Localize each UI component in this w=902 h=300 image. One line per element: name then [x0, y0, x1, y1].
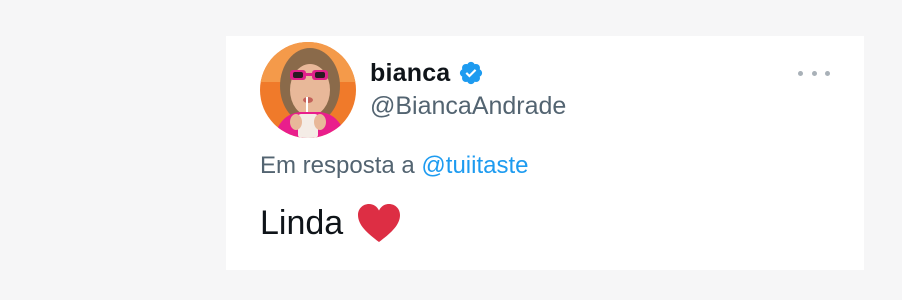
more-dot: [798, 70, 803, 76]
avatar-photo: [260, 42, 356, 138]
more-dot: [811, 70, 817, 76]
avatar[interactable]: [260, 42, 356, 138]
reply-to-link[interactable]: @tuiitaste: [421, 152, 528, 179]
tweet-card: bianca @BiancaAndrade Em resposta a @tui…: [226, 36, 864, 270]
reply-context: Em resposta a @tuiitaste: [260, 152, 528, 180]
tweet-text: Linda: [260, 203, 344, 242]
author-name-row[interactable]: bianca: [370, 56, 484, 90]
heart-emoji: [357, 203, 401, 243]
more-dot: [825, 70, 830, 76]
reply-prefix: Em resposta a: [260, 152, 415, 179]
display-name[interactable]: bianca: [370, 59, 450, 88]
user-handle[interactable]: @BiancaAndrade: [370, 92, 566, 121]
verified-badge-icon: [458, 60, 484, 86]
more-horizontal-icon[interactable]: [798, 64, 830, 82]
tweet-body: Linda: [260, 203, 401, 243]
